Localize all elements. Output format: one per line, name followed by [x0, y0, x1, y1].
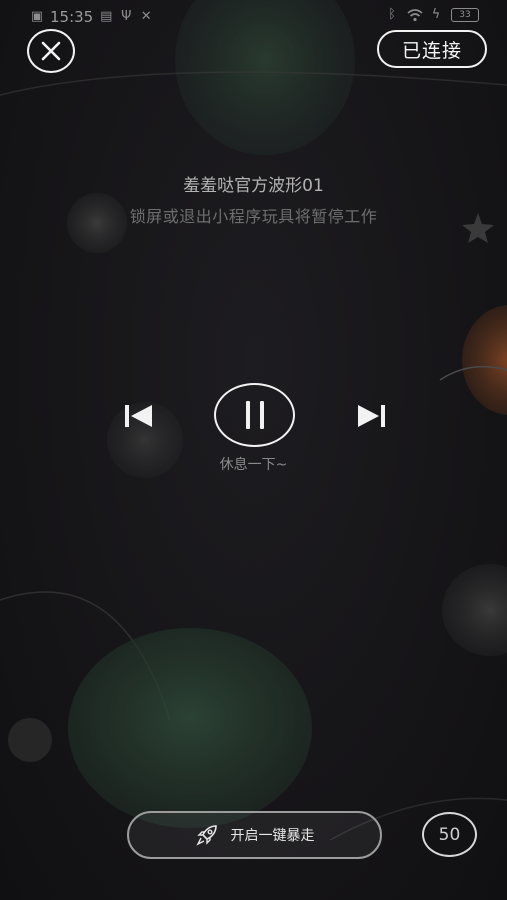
boost-mode-button[interactable]: 开启一键暴走 — [127, 811, 382, 859]
skip-next-icon — [358, 405, 385, 427]
tools-icon: ✕ — [140, 9, 152, 24]
app-notification-icon: ▤ — [100, 9, 113, 24]
bluetooth-icon: ᛒ — [388, 7, 396, 22]
rocket-icon — [195, 825, 217, 846]
mode-title: 羞羞哒官方波形01 — [183, 176, 324, 196]
status-time: 15:35 — [50, 8, 94, 26]
connection-status-button[interactable]: 已连接 — [377, 30, 487, 68]
player-status-text: 休息一下~ — [219, 457, 288, 473]
close-icon — [41, 41, 61, 61]
planet-bottom — [68, 628, 312, 828]
pause-icon-bar — [259, 401, 264, 429]
sim-icon: ▣ — [30, 9, 44, 24]
space-background — [0, 0, 507, 841]
lock-screen-notice: 锁屏或退出小程序玩具将暂停工作 — [129, 207, 378, 226]
boost-mode-label: 开启一键暴走 — [230, 828, 315, 844]
pause-button[interactable] — [214, 383, 295, 447]
intensity-level-button[interactable]: 50 — [422, 812, 477, 857]
app-screen: ▣ 15:35 ▤ Ψ ✕ ᛒ ϟ 33 已连接 羞羞哒官方波形01 锁屏或退出… — [0, 0, 507, 900]
planet-tiny-left — [8, 718, 52, 762]
planet-orange — [462, 305, 507, 415]
next-button[interactable] — [352, 400, 392, 432]
previous-button[interactable] — [118, 400, 158, 432]
status-bar-right: ᛒ ϟ 33 — [385, 8, 479, 22]
pause-icon — [245, 401, 250, 429]
planet-right-bottom — [442, 564, 507, 656]
battery-icon: 33 — [451, 8, 479, 22]
status-bar-left: ▣ 15:35 ▤ Ψ ✕ — [30, 8, 153, 26]
wifi-icon — [407, 8, 423, 22]
charging-icon: ϟ — [431, 7, 441, 22]
skip-previous-icon — [125, 405, 152, 427]
close-button[interactable] — [27, 29, 75, 73]
usb-icon: Ψ — [121, 9, 132, 24]
